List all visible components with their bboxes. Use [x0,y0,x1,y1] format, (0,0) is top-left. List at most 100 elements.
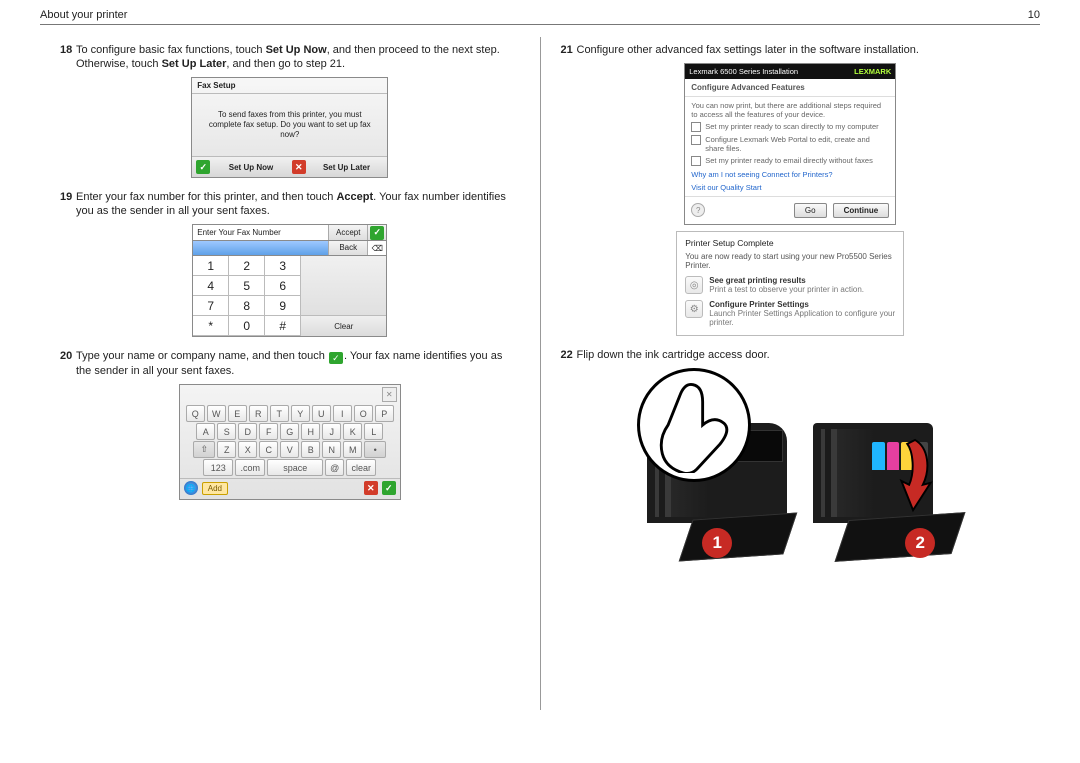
step-number: 18 [60,43,76,71]
key-j[interactable]: J [322,423,341,440]
keyboard-panel: ✕ Q W E R T Y U I O P A [179,384,401,500]
psc-row-2[interactable]: ⚙ Configure Printer SettingsLaunch Print… [685,300,895,327]
software-titlebar: Lexmark 6500 Series Installation LEXMARK [685,64,895,79]
key-q[interactable]: Q [186,405,205,422]
key-c[interactable]: C [259,441,278,458]
key-9[interactable]: 9 [265,296,301,316]
software-option-2[interactable]: Configure Lexmark Web Portal to edit, cr… [691,135,889,153]
setup-later-button[interactable]: Set Up Later [310,163,384,172]
setup-now-button[interactable]: Set Up Now [214,163,288,172]
step-18: 18 To configure basic fax functions, tou… [60,43,520,71]
key-u[interactable]: U [312,405,331,422]
step-number: 19 [60,190,76,218]
fax-button-bar: ✓ Set Up Now ✕ Set Up Later [192,156,387,177]
key-1[interactable]: 1 [193,256,229,276]
key-2[interactable]: 2 [229,256,265,276]
back-button[interactable]: Back [329,241,368,255]
key-d[interactable]: D [238,423,257,440]
key-w[interactable]: W [207,405,226,422]
key-i[interactable]: I [333,405,352,422]
key-k[interactable]: K [343,423,362,440]
printer-setup-complete-card: Printer Setup Complete You are now ready… [676,231,904,336]
key-8[interactable]: 8 [229,296,265,316]
add-button[interactable]: Add [202,482,228,495]
key-l[interactable]: L [364,423,383,440]
key-m[interactable]: M [343,441,362,458]
go-button[interactable]: Go [794,203,827,218]
software-option-1[interactable]: Set my printer ready to scan directly to… [691,122,889,132]
key-star[interactable]: * [193,316,229,336]
step-21: 21 Configure other advanced fax settings… [561,43,1021,57]
key-3[interactable]: 3 [265,256,301,276]
backspace-icon[interactable]: ⌫ [368,241,386,255]
key-t[interactable]: T [270,405,289,422]
psc-lead: You are now ready to start using your ne… [685,252,895,270]
step-text: Type your name or company name, and then… [76,349,520,378]
check-icon[interactable]: ✓ [196,160,210,174]
key-n[interactable]: N [322,441,341,458]
keyboard-row-2: A S D F G H J K L [180,423,400,440]
step-text: Flip down the ink cartridge access door. [577,348,1021,362]
step-20: 20 Type your name or company name, and t… [60,349,520,378]
step-19: 19 Enter your fax number for this printe… [60,190,520,218]
confirm-icon[interactable]: ✓ [382,481,396,495]
key-space[interactable]: space [267,459,323,476]
clear-button[interactable]: Clear [301,316,386,336]
key-clear[interactable]: clear [346,459,376,476]
software-window: Lexmark 6500 Series Installation LEXMARK… [684,63,896,225]
key-a[interactable]: A [196,423,215,440]
print-test-icon: ◎ [685,276,703,294]
page-header: About your printer 10 [40,0,1040,25]
key-0[interactable]: 0 [229,316,265,336]
key-h[interactable]: H [301,423,320,440]
key-7[interactable]: 7 [193,296,229,316]
numeric-keypad: 1 2 3 4 5 6 7 8 9 * 0 # [193,256,301,336]
key-at[interactable]: @ [325,459,344,476]
psc-row-1[interactable]: ◎ See great printing resultsPrint a test… [685,276,895,294]
key-hash[interactable]: # [265,316,301,336]
step-number: 21 [561,43,577,57]
key-s[interactable]: S [217,423,236,440]
printer-figure-2: 2 [813,368,943,558]
continue-button[interactable]: Continue [833,203,890,218]
close-icon[interactable]: ✕ [292,160,306,174]
accept-button[interactable]: Accept [329,225,368,240]
key-6[interactable]: 6 [265,276,301,296]
cancel-icon[interactable]: ✕ [364,481,378,495]
key-e[interactable]: E [228,405,247,422]
key-y[interactable]: Y [291,405,310,422]
key-bullet[interactable]: • [364,441,386,458]
key-g[interactable]: G [280,423,299,440]
globe-icon[interactable]: 🌐 [184,481,198,495]
fax-number-input-label[interactable]: Enter Your Fax Number [193,225,329,240]
key-123[interactable]: 123 [203,459,233,476]
fax-number-field[interactable] [193,241,329,255]
accept-check-icon[interactable]: ✓ [368,225,386,240]
step-22: 22 Flip down the ink cartridge access do… [561,348,1021,362]
key-z[interactable]: Z [217,441,236,458]
key-f[interactable]: F [259,423,278,440]
key-b[interactable]: B [301,441,320,458]
down-arrow-icon [895,438,935,516]
key-r[interactable]: R [249,405,268,422]
checkbox-icon[interactable] [691,122,701,132]
key-dotcom[interactable]: .com [235,459,265,476]
checkbox-icon[interactable] [691,156,701,166]
key-o[interactable]: O [354,405,373,422]
software-help-link-1[interactable]: Why am I not seeing Connect for Printers… [691,170,889,179]
close-icon[interactable]: ✕ [382,387,397,402]
software-lead-text: You can now print, but there are additio… [691,101,889,119]
keypad-panel: Enter Your Fax Number Accept ✓ Back ⌫ 1 … [192,224,387,337]
keyboard-row-1: Q W E R T Y U I O P [180,405,400,422]
key-x[interactable]: X [238,441,257,458]
key-p[interactable]: P [375,405,394,422]
software-option-3[interactable]: Set my printer ready to email directly w… [691,156,889,166]
software-help-link-2[interactable]: Visit our Quality Start [691,183,889,192]
key-shift[interactable]: ⇧ [193,441,215,458]
checkbox-icon[interactable] [691,135,701,145]
help-icon[interactable]: ? [691,203,705,217]
fax-setup-panel: Fax Setup To send faxes from this printe… [191,77,388,178]
key-v[interactable]: V [280,441,299,458]
key-5[interactable]: 5 [229,276,265,296]
key-4[interactable]: 4 [193,276,229,296]
